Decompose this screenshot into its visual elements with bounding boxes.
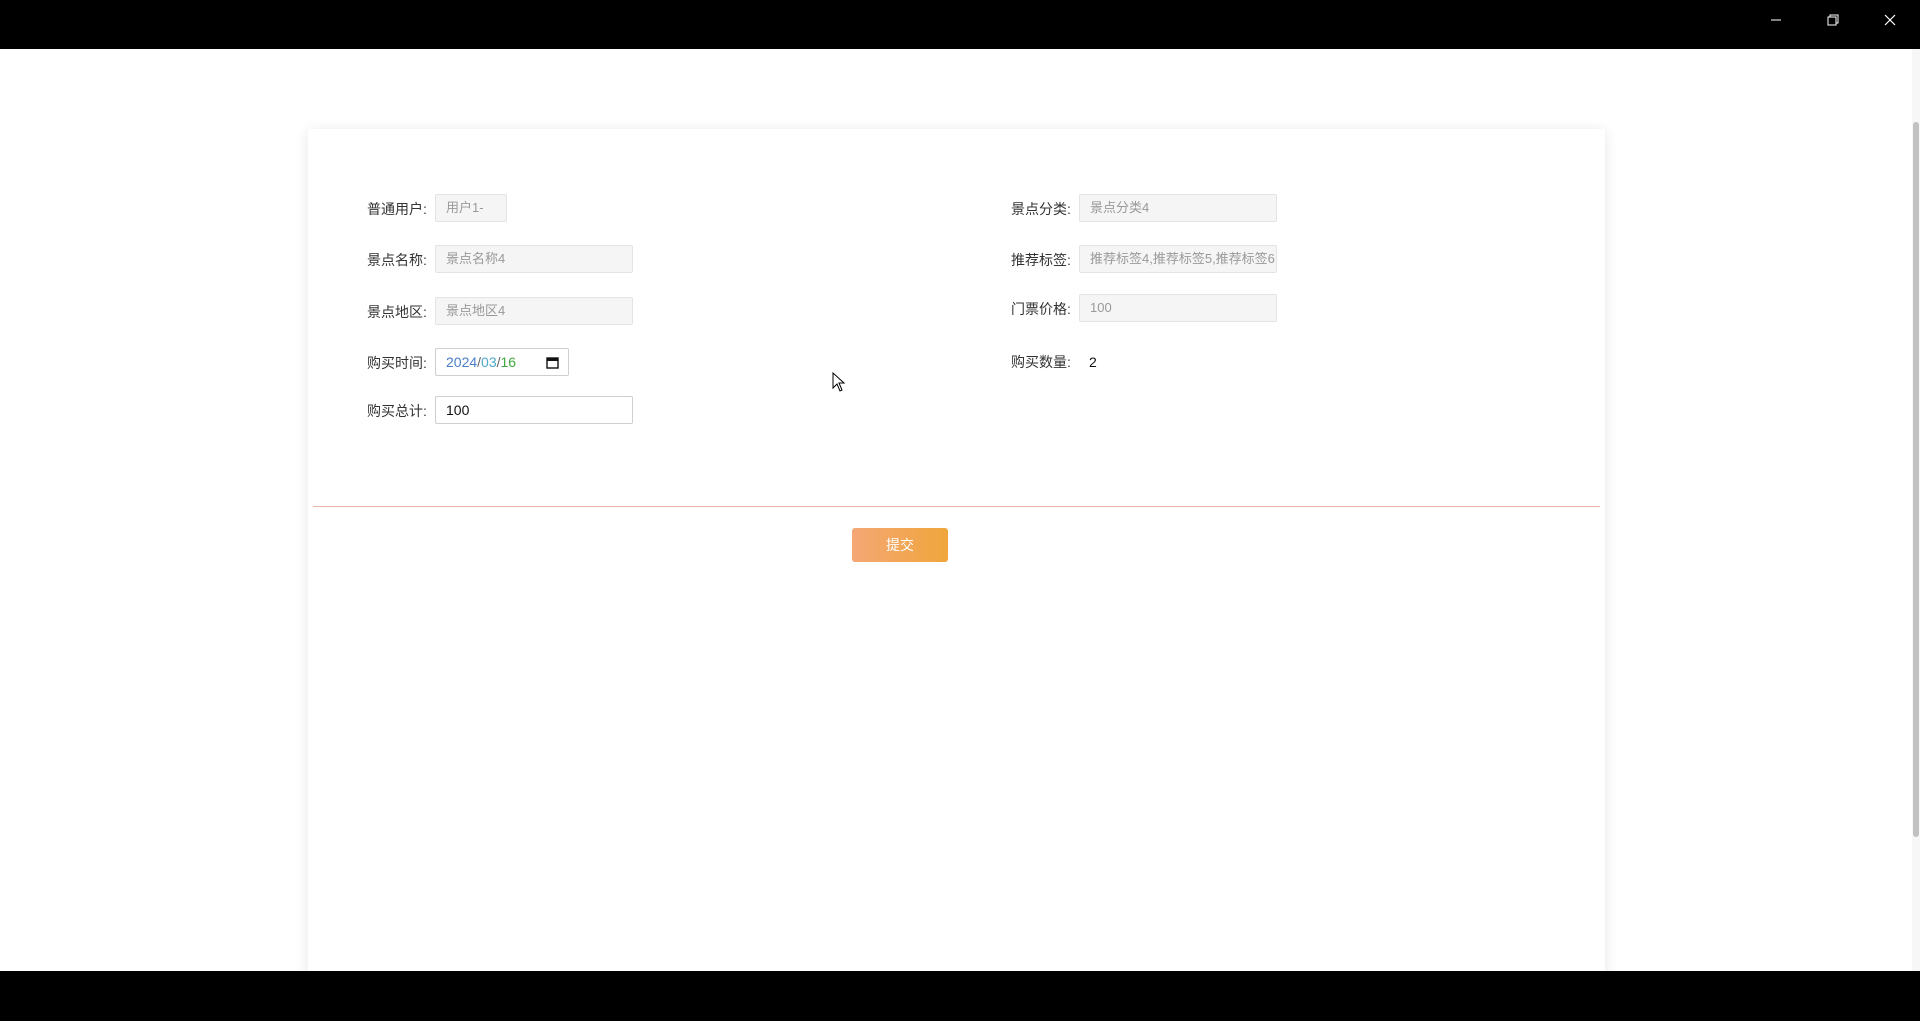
total-label: 购买总计: xyxy=(367,403,427,419)
minimize-icon[interactable] xyxy=(1748,0,1804,40)
window-titlebar xyxy=(0,0,1920,49)
field-tags: 推荐标签: 推荐标签4,推荐标签5,推荐标签6 xyxy=(1011,245,1311,275)
bottom-bar xyxy=(0,971,1920,1021)
user-input: 用户1- xyxy=(435,194,507,222)
submit-button[interactable]: 提交 xyxy=(852,528,948,562)
date-day[interactable]: 16 xyxy=(501,354,517,370)
region-label: 景点地区: xyxy=(367,304,427,320)
field-quantity: 购买数量: 2 xyxy=(1011,347,1311,377)
price-label: 门票价格: xyxy=(1011,301,1071,317)
purchase-time-label: 购买时间: xyxy=(367,355,427,371)
category-label: 景点分类: xyxy=(1011,201,1071,217)
field-purchase-time: 购买时间: 2024/03/16 xyxy=(367,348,667,378)
quantity-value: 2 xyxy=(1089,354,1097,370)
price-input: 100 xyxy=(1079,294,1277,322)
tags-input: 推荐标签4,推荐标签5,推荐标签6 xyxy=(1079,245,1277,273)
purchase-date-input[interactable]: 2024/03/16 xyxy=(435,348,569,376)
date-year[interactable]: 2024 xyxy=(446,354,477,370)
date-month[interactable]: 03 xyxy=(481,354,497,370)
name-input: 景点名称4 xyxy=(435,245,633,273)
form-divider xyxy=(313,506,1600,507)
category-input: 景点分类4 xyxy=(1079,194,1277,222)
user-label: 普通用户: xyxy=(367,201,427,217)
total-input[interactable]: 100 xyxy=(435,396,633,424)
close-icon[interactable] xyxy=(1862,0,1918,40)
region-input: 景点地区4 xyxy=(435,297,633,325)
page-content: 普通用户: 用户1- 景点分类: 景点分类4 景点名称: 景点名称4 推荐标签:… xyxy=(0,49,1920,971)
scrollbar-thumb[interactable] xyxy=(1913,122,1919,837)
mouse-cursor-icon xyxy=(832,371,846,397)
field-category: 景点分类: 景点分类4 xyxy=(1011,194,1311,224)
field-user: 普通用户: 用户1- xyxy=(367,194,667,224)
field-region: 景点地区: 景点地区4 xyxy=(367,297,667,327)
restore-icon[interactable] xyxy=(1805,0,1861,40)
quantity-label: 购买数量: xyxy=(1011,354,1071,370)
tags-label: 推荐标签: xyxy=(1011,252,1071,268)
form-card: 普通用户: 用户1- 景点分类: 景点分类4 景点名称: 景点名称4 推荐标签:… xyxy=(308,129,1605,971)
field-name: 景点名称: 景点名称4 xyxy=(367,245,667,275)
field-price: 门票价格: 100 xyxy=(1011,294,1311,324)
calendar-icon[interactable] xyxy=(544,354,560,370)
field-total: 购买总计: 100 xyxy=(367,396,667,426)
name-label: 景点名称: xyxy=(367,252,427,268)
